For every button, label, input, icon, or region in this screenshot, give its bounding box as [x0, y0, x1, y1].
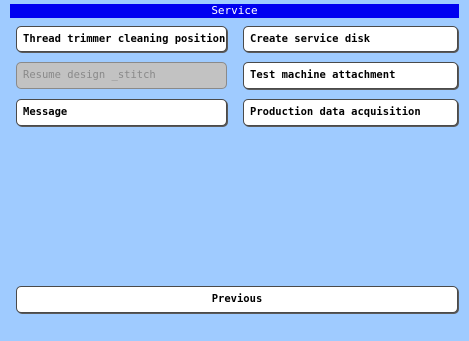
previous-button[interactable]: Previous: [16, 286, 458, 313]
create-service-disk-button[interactable]: Create service disk: [243, 26, 458, 52]
production-data-acquisition-button[interactable]: Production data acquisition: [243, 99, 458, 126]
thread-trimmer-cleaning-position-button[interactable]: Thread trimmer cleaning position: [16, 26, 227, 52]
message-button[interactable]: Message: [16, 99, 227, 126]
resume-design-stitch-button[interactable]: Resume design _stitch: [16, 62, 227, 89]
window-title: Service: [10, 4, 459, 18]
test-machine-attachment-button[interactable]: Test machine attachment: [243, 62, 458, 89]
